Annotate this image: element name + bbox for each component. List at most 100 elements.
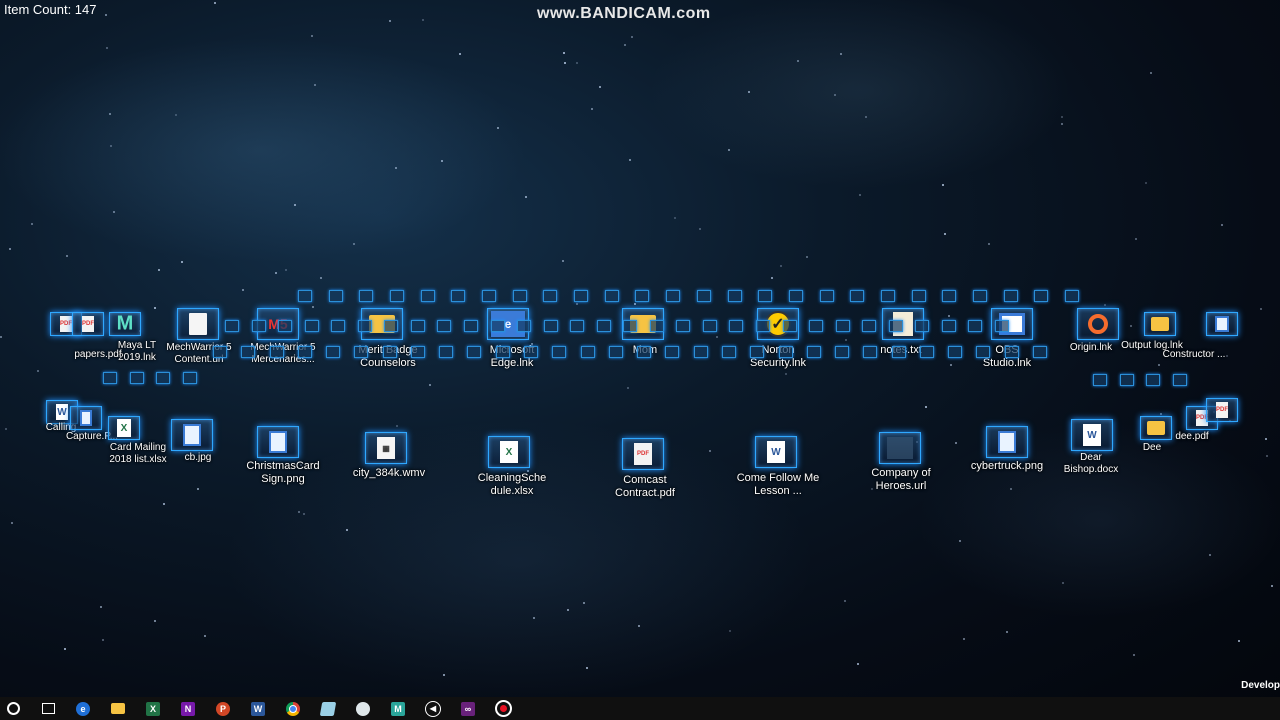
distant-file-icon[interactable] xyxy=(676,320,691,332)
distant-file-icon[interactable] xyxy=(410,346,425,358)
distant-file-icon[interactable] xyxy=(972,290,987,302)
file-explorer-icon[interactable] xyxy=(105,697,131,720)
distant-file-icon[interactable] xyxy=(241,346,256,358)
distant-file-icon[interactable] xyxy=(976,346,991,358)
distant-file-icon[interactable] xyxy=(623,320,638,332)
distant-file-icon[interactable] xyxy=(354,346,369,358)
distant-file-icon[interactable] xyxy=(778,346,793,358)
distant-file-icon[interactable] xyxy=(693,346,708,358)
distant-file-icon[interactable] xyxy=(328,290,343,302)
distant-file-icon[interactable] xyxy=(359,290,374,302)
distant-file-icon[interactable] xyxy=(1093,374,1107,386)
distant-file-icon[interactable] xyxy=(357,320,372,332)
distant-file-icon[interactable] xyxy=(1146,374,1161,386)
distant-file-icon[interactable] xyxy=(451,290,466,302)
distant-file-icon[interactable] xyxy=(863,346,878,358)
distant-file-icon[interactable] xyxy=(298,290,312,302)
bandicam-record-icon[interactable] xyxy=(490,697,516,720)
distant-file-icon[interactable] xyxy=(721,346,736,358)
onenote-icon[interactable]: N xyxy=(175,697,201,720)
distant-file-icon[interactable] xyxy=(637,346,652,358)
excel-icon[interactable]: X xyxy=(140,697,166,720)
powerpoint-icon[interactable]: P xyxy=(210,697,236,720)
chrome-icon[interactable] xyxy=(280,697,306,720)
distant-file-icon[interactable] xyxy=(1034,290,1049,302)
distant-file-icon[interactable] xyxy=(574,290,589,302)
distant-file-icon[interactable] xyxy=(880,290,895,302)
distant-file-icon[interactable] xyxy=(968,320,983,332)
distant-file-icon[interactable] xyxy=(635,290,650,302)
distant-file-icon[interactable] xyxy=(410,320,425,332)
distant-file-icon[interactable] xyxy=(696,290,711,302)
distant-file-icon[interactable] xyxy=(103,372,117,384)
distant-file-icon[interactable] xyxy=(467,346,482,358)
distant-file-icon[interactable] xyxy=(666,290,681,302)
task-view-icon[interactable] xyxy=(35,697,61,720)
distant-file-icon[interactable] xyxy=(420,290,435,302)
distant-file-icon[interactable] xyxy=(382,346,397,358)
distant-file-icon[interactable] xyxy=(524,346,539,358)
distant-file-icon[interactable] xyxy=(888,320,903,332)
distant-file-icon[interactable] xyxy=(862,320,877,332)
distant-file-icon[interactable] xyxy=(608,346,623,358)
distant-file-icon[interactable] xyxy=(702,320,717,332)
distant-file-icon[interactable] xyxy=(225,320,239,332)
distant-file-icon[interactable] xyxy=(835,320,850,332)
word-icon[interactable]: W xyxy=(245,697,271,720)
distant-file-icon[interactable] xyxy=(819,290,834,302)
distant-file-icon[interactable] xyxy=(384,320,399,332)
distant-file-icon[interactable] xyxy=(580,346,595,358)
distant-file-icon[interactable] xyxy=(649,320,664,332)
distant-file-icon[interactable] xyxy=(750,346,765,358)
distant-file-icon[interactable] xyxy=(251,320,266,332)
distant-file-icon[interactable] xyxy=(543,290,558,302)
distant-file-icon[interactable] xyxy=(809,320,824,332)
distant-file-icon[interactable] xyxy=(490,320,505,332)
distant-file-icon[interactable] xyxy=(782,320,797,332)
distant-file-icon[interactable] xyxy=(941,320,956,332)
distant-file-icon[interactable] xyxy=(269,346,284,358)
distant-file-icon[interactable] xyxy=(331,320,346,332)
distant-file-icon[interactable] xyxy=(512,290,527,302)
distant-file-icon[interactable] xyxy=(788,290,803,302)
distant-file-icon[interactable] xyxy=(213,346,227,358)
distant-file-icon[interactable] xyxy=(326,346,341,358)
edge-icon[interactable]: e xyxy=(70,697,96,720)
distant-file-icon[interactable] xyxy=(304,320,319,332)
distant-file-icon[interactable] xyxy=(1033,346,1047,358)
distant-file-icon[interactable] xyxy=(437,320,452,332)
maya-icon[interactable]: M xyxy=(385,697,411,720)
distant-file-icon[interactable] xyxy=(495,346,510,358)
distant-file-icon[interactable] xyxy=(1003,290,1018,302)
distant-file-icon[interactable] xyxy=(517,320,532,332)
unreal-icon[interactable]: ◀ xyxy=(420,697,446,720)
distant-file-icon[interactable] xyxy=(156,372,171,384)
distant-file-icon[interactable] xyxy=(183,372,197,384)
visual-studio-icon[interactable]: ∞ xyxy=(455,697,481,720)
distant-file-icon[interactable] xyxy=(278,320,293,332)
distant-file-icon[interactable] xyxy=(915,320,930,332)
distant-file-icon[interactable] xyxy=(297,346,312,358)
distant-file-icon[interactable] xyxy=(727,290,742,302)
distant-file-icon[interactable] xyxy=(1065,290,1079,302)
distant-file-icon[interactable] xyxy=(729,320,744,332)
distant-file-icon[interactable] xyxy=(911,290,926,302)
distant-file-icon[interactable] xyxy=(758,290,773,302)
distant-file-icon[interactable] xyxy=(463,320,478,332)
distant-file-icon[interactable] xyxy=(835,346,850,358)
distant-file-icon[interactable] xyxy=(552,346,567,358)
distant-file-icon[interactable] xyxy=(439,346,454,358)
distant-file-icon[interactable] xyxy=(596,320,611,332)
distant-file-icon[interactable] xyxy=(850,290,865,302)
distant-file-icon[interactable] xyxy=(604,290,619,302)
paint-icon[interactable] xyxy=(350,697,376,720)
distant-file-icon[interactable] xyxy=(1004,346,1019,358)
distant-file-icon[interactable] xyxy=(482,290,497,302)
distant-file-icon[interactable] xyxy=(390,290,405,302)
distant-file-icon[interactable] xyxy=(806,346,821,358)
distant-file-icon[interactable] xyxy=(919,346,934,358)
distant-file-icon[interactable] xyxy=(1173,374,1187,386)
distant-file-icon[interactable] xyxy=(570,320,585,332)
distant-file-icon[interactable] xyxy=(665,346,680,358)
notepad-icon[interactable] xyxy=(315,697,341,720)
